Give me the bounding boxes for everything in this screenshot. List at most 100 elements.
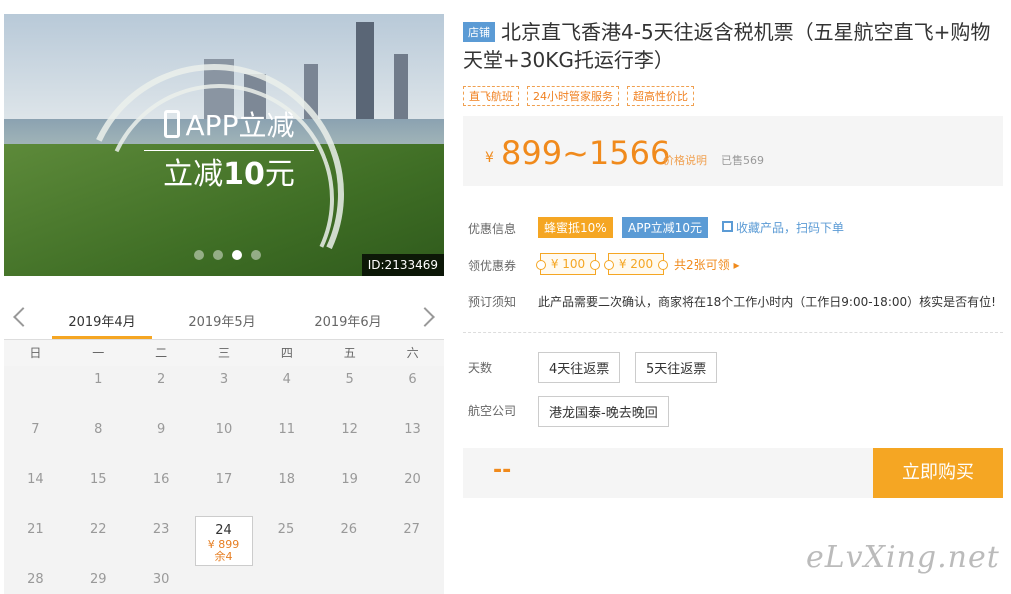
calendar-day[interactable]: 19: [318, 466, 381, 516]
calendar-empty: [193, 566, 256, 594]
discount-prefix: 立减: [163, 157, 224, 192]
price-box: ¥ 899~1566 价格说明 已售569: [463, 116, 1003, 186]
collect-link[interactable]: 收藏产品，扫码下单: [736, 219, 844, 236]
weekday: 三: [218, 346, 231, 360]
calendar-day[interactable]: 6: [381, 366, 444, 416]
calendar-empty: [4, 366, 67, 416]
booking-notice: 此产品需要二次确认，商家将在18个工作小时内（工作日9:00-18:00）核实是…: [538, 295, 996, 309]
tag-service: 24小时管家服务: [527, 86, 619, 106]
calendar-day[interactable]: 5: [318, 366, 381, 416]
calendar-day[interactable]: 17: [193, 466, 256, 516]
product-id: ID:2133469: [361, 254, 444, 276]
hero-tower: [356, 22, 374, 122]
shop-badge[interactable]: 店铺: [463, 22, 495, 42]
calendar-day[interactable]: 29: [67, 566, 130, 594]
sold-count: 已售569: [721, 154, 764, 167]
coupon-100[interactable]: ¥ 100: [536, 253, 600, 275]
discount-suffix: 元: [264, 157, 295, 192]
site-watermark: eLvXing.net: [806, 540, 1000, 575]
carousel-dot[interactable]: [251, 250, 261, 260]
app-promo-title: APP立减: [144, 106, 314, 146]
offers-label: 优惠信息: [468, 222, 517, 236]
price-note-link[interactable]: 价格说明: [663, 152, 707, 168]
next-month-icon[interactable]: [415, 307, 435, 327]
calendar-day[interactable]: 3: [193, 366, 256, 416]
carousel-dots: [194, 250, 261, 260]
calendar-day[interactable]: 30: [130, 566, 193, 594]
coupons-label: 领优惠券: [468, 259, 517, 273]
calendar-day[interactable]: 12: [318, 416, 381, 466]
buy-now-button[interactable]: 立即购买: [873, 448, 1003, 498]
calendar-day[interactable]: 15: [67, 466, 130, 516]
weekday: 五: [343, 346, 356, 360]
app-promo-discount: 立减10元: [144, 153, 314, 197]
app-promo-text: APP立减: [185, 109, 295, 142]
qr-code-icon: [722, 221, 733, 232]
calendar-empty: [318, 566, 381, 594]
calendar-day-selected[interactable]: 24 ¥ 899 余4: [194, 516, 253, 566]
calendar-day[interactable]: 16: [130, 466, 193, 516]
divider: [144, 150, 314, 151]
days-option-4[interactable]: 4天往返票: [538, 352, 621, 383]
buy-bar: -- 立即购买: [463, 448, 1003, 498]
weekday: 一: [92, 346, 105, 360]
weekday: 日: [29, 346, 42, 360]
calendar-empty: [255, 566, 318, 594]
product-title-row: 店铺 北京直飞香港4-5天往返含税机票（五星航空直飞+购物天堂+30KG托运行李）: [463, 18, 993, 74]
promo-app: APP立减10元: [622, 217, 708, 238]
price-currency: ¥: [485, 150, 494, 166]
calendar-day[interactable]: 28: [4, 566, 67, 594]
calendar-day[interactable]: 2: [130, 366, 193, 416]
calendar-day[interactable]: 7: [4, 416, 67, 466]
calendar-day[interactable]: 26: [317, 516, 380, 566]
tab-month-jun[interactable]: 2019年6月: [298, 311, 398, 330]
calendar-day[interactable]: 11: [255, 416, 318, 466]
calendar-day[interactable]: 22: [67, 516, 130, 566]
calendar-grid: 1 2 3 4 5 6 7 8 9 10 11 12 13 14 15 16 17 18 19 20 21 22 23 24 ¥…: [4, 366, 444, 594]
tag-direct: 直飞航班: [463, 86, 519, 106]
promo-honey: 蜂蜜抵10%: [538, 217, 613, 238]
weekday-header: 日 一 二 三 四 五 六: [4, 340, 444, 366]
calendar-day[interactable]: 21: [4, 516, 67, 566]
calendar-day[interactable]: 13: [381, 416, 444, 466]
calendar-day[interactable]: 8: [67, 416, 130, 466]
carousel-dot-active[interactable]: [232, 250, 242, 260]
days-label: 天数: [468, 361, 493, 375]
phone-icon: [163, 110, 180, 138]
calendar-day[interactable]: 20: [381, 466, 444, 516]
calendar-day[interactable]: 18: [255, 466, 318, 516]
prev-month-icon[interactable]: [13, 307, 33, 327]
day-stock: 余4: [214, 550, 233, 563]
get-coupons-link[interactable]: 共2张可领 ▸: [674, 256, 739, 273]
coupon-200[interactable]: ¥ 200: [604, 253, 668, 275]
calendar-day[interactable]: 14: [4, 466, 67, 516]
hero-image[interactable]: APP立减 立减10元 ID:2133469: [4, 14, 444, 276]
price-range: 899~1566: [501, 134, 671, 172]
airline-option[interactable]: 港龙国泰-晚去晚回: [538, 396, 669, 427]
calendar-empty: [381, 566, 444, 594]
discount-amount: 10: [223, 157, 265, 192]
tab-month-apr[interactable]: 2019年4月: [52, 311, 152, 339]
day-number: 24: [215, 523, 232, 538]
date-calendar: 2019年4月 2019年5月 2019年6月 日 一 二 三 四 五 六 12…: [4, 300, 444, 594]
calendar-day[interactable]: 9: [130, 416, 193, 466]
carousel-dot[interactable]: [213, 250, 223, 260]
calendar-day[interactable]: 27: [380, 516, 443, 566]
weekday: 四: [280, 346, 293, 360]
calendar-month-nav: 2019年4月 2019年5月 2019年6月: [4, 300, 444, 340]
tag-value: 超高性价比: [627, 86, 694, 106]
calendar-day[interactable]: 1: [67, 366, 130, 416]
days-option-5[interactable]: 5天往返票: [635, 352, 718, 383]
calendar-day[interactable]: 25: [255, 516, 318, 566]
carousel-dot[interactable]: [194, 250, 204, 260]
app-promo-overlay: APP立减 立减10元: [144, 106, 314, 197]
tab-month-may[interactable]: 2019年5月: [172, 311, 272, 330]
selected-price: --: [493, 458, 512, 483]
calendar-day[interactable]: 4: [255, 366, 318, 416]
airline-label: 航空公司: [468, 404, 517, 418]
booking-label: 预订须知: [468, 295, 517, 309]
calendar-day[interactable]: 10: [193, 416, 256, 466]
hero-building: [394, 54, 408, 124]
calendar-day[interactable]: 23: [130, 516, 193, 566]
weekday: 二: [155, 346, 168, 360]
